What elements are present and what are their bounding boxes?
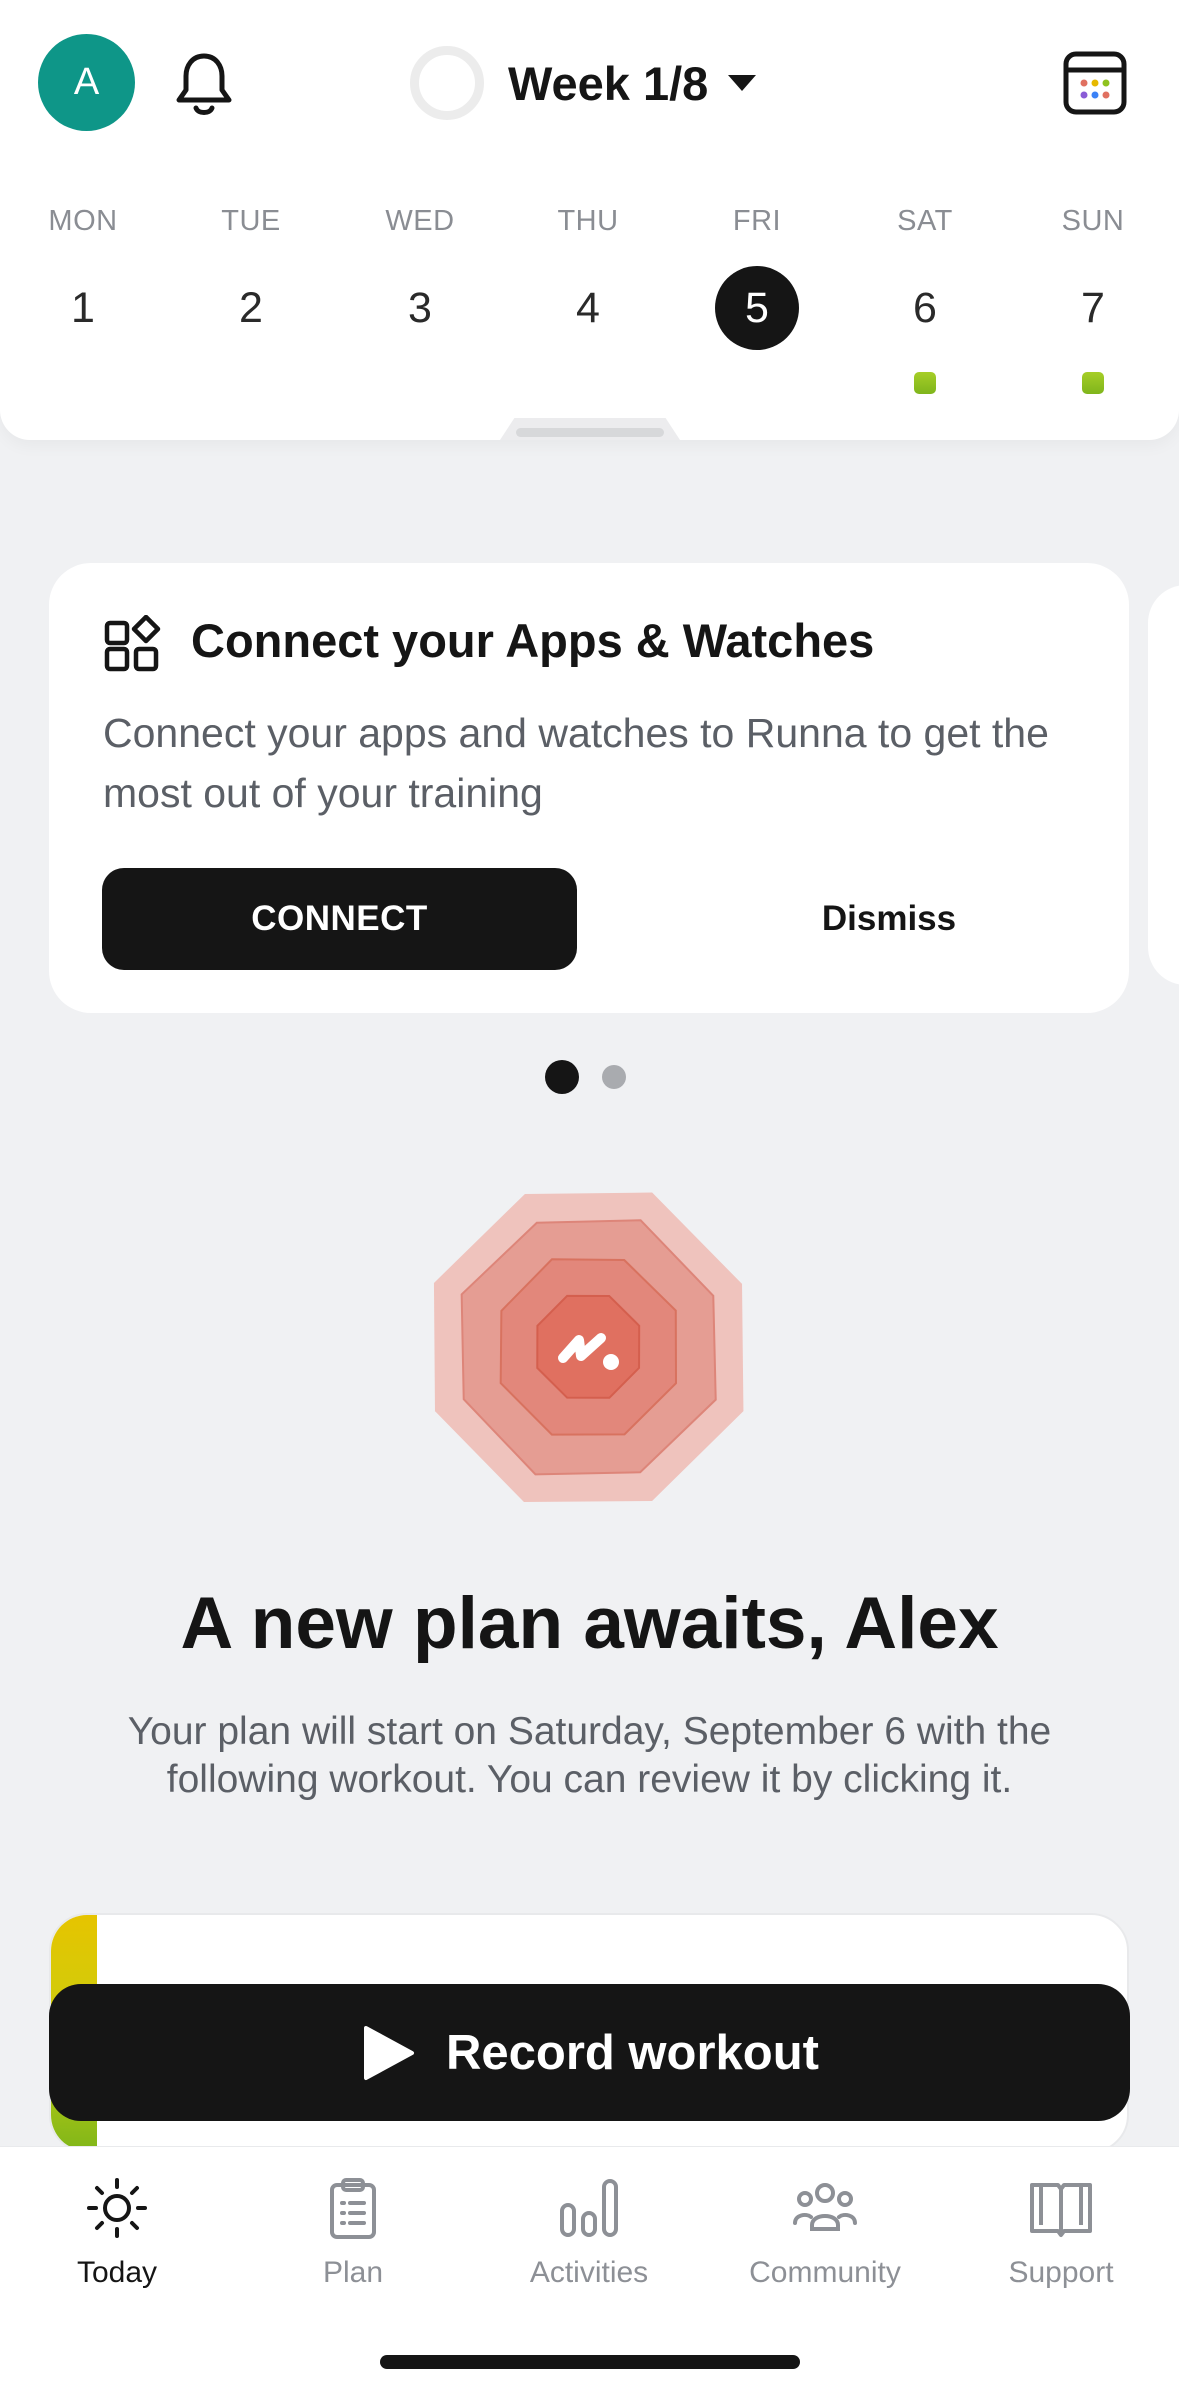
hero-title: A new plan awaits, Alex — [180, 1583, 999, 1664]
day-name: SAT — [897, 205, 953, 237]
day-name: WED — [385, 205, 455, 237]
day-wed[interactable]: WED 3 — [365, 200, 475, 350]
clipboard-icon — [330, 2178, 376, 2239]
connect-apps-card: Connect your Apps & Watches Connect your… — [49, 563, 1129, 1013]
tab-plan[interactable]: Plan — [253, 2175, 453, 2290]
tab-label: Plan — [322, 2256, 384, 2289]
runna-logo-badge — [433, 1192, 744, 1503]
day-number: 2 — [239, 284, 263, 332]
day-number: 6 — [913, 284, 937, 332]
chevron-down-icon — [728, 75, 757, 91]
tab-activities[interactable]: Activities — [489, 2175, 689, 2290]
week-header: A Week 1/8 MON 1 TUE 2 WED 3 THU 4 FRI 5… — [0, 0, 1179, 440]
week-title: Week 1/8 — [508, 56, 709, 110]
play-icon — [364, 2025, 414, 2080]
day-sun[interactable]: SUN 7 — [1038, 200, 1148, 394]
day-number: 4 — [576, 284, 600, 332]
day-number: 3 — [408, 284, 432, 332]
connect-button[interactable]: CONNECT — [102, 868, 577, 970]
workout-indicator — [1082, 372, 1104, 394]
tab-today[interactable]: Today — [17, 2175, 217, 2290]
record-workout-label: Record workout — [446, 2025, 819, 2080]
app-screen: A Week 1/8 MON 1 TUE 2 WED 3 THU 4 FRI 5… — [0, 0, 1179, 2396]
calendar-icon[interactable] — [1062, 50, 1128, 116]
day-mon[interactable]: MON 1 — [28, 200, 138, 350]
card-description: Connect your apps and watches to Runna t… — [103, 710, 1049, 816]
carousel-pagination — [545, 1060, 626, 1094]
apps-icon — [104, 615, 161, 672]
tab-community[interactable]: Community — [725, 2175, 925, 2290]
tab-label: Support — [1008, 2256, 1114, 2289]
avatar[interactable]: A — [38, 34, 135, 131]
day-fri[interactable]: FRI 5 — [702, 200, 812, 350]
tab-label: Activities — [529, 2256, 649, 2289]
day-name: TUE — [221, 205, 281, 237]
day-name: THU — [557, 205, 619, 237]
card-title: Connect your Apps & Watches — [191, 614, 875, 667]
day-name: MON — [48, 205, 118, 237]
week-selector[interactable]: Week 1/8 — [410, 44, 757, 122]
day-name: SUN — [1061, 205, 1125, 237]
day-number-selected: 5 — [715, 266, 799, 350]
week-progress-ring — [410, 46, 484, 120]
hero-description: Your plan will start on Saturday, Septem… — [127, 1710, 1052, 1801]
community-icon — [793, 2183, 857, 2231]
home-indicator[interactable] — [380, 2355, 800, 2369]
book-icon — [1030, 2183, 1092, 2237]
sun-icon — [87, 2178, 147, 2238]
day-sat[interactable]: SAT 6 — [870, 200, 980, 394]
drawer-handle[interactable] — [516, 428, 664, 437]
next-carousel-card[interactable] — [1148, 585, 1179, 985]
day-number: 7 — [1081, 284, 1105, 332]
day-tue[interactable]: TUE 2 — [196, 200, 306, 350]
pagination-dot[interactable] — [602, 1065, 626, 1089]
tab-support[interactable]: Support — [961, 2175, 1161, 2290]
record-workout-button[interactable]: Record workout — [49, 1984, 1130, 2121]
pagination-dot-active[interactable] — [545, 1060, 579, 1094]
bar-chart-icon — [560, 2179, 618, 2237]
workout-indicator — [914, 372, 936, 394]
dismiss-button[interactable]: Dismiss — [709, 868, 1069, 970]
day-number: 1 — [71, 284, 95, 332]
day-thu[interactable]: THU 4 — [533, 200, 643, 350]
tab-label: Community — [749, 2256, 901, 2289]
bell-icon[interactable] — [172, 50, 236, 118]
day-name: FRI — [732, 205, 782, 237]
tab-label: Today — [76, 2256, 158, 2289]
